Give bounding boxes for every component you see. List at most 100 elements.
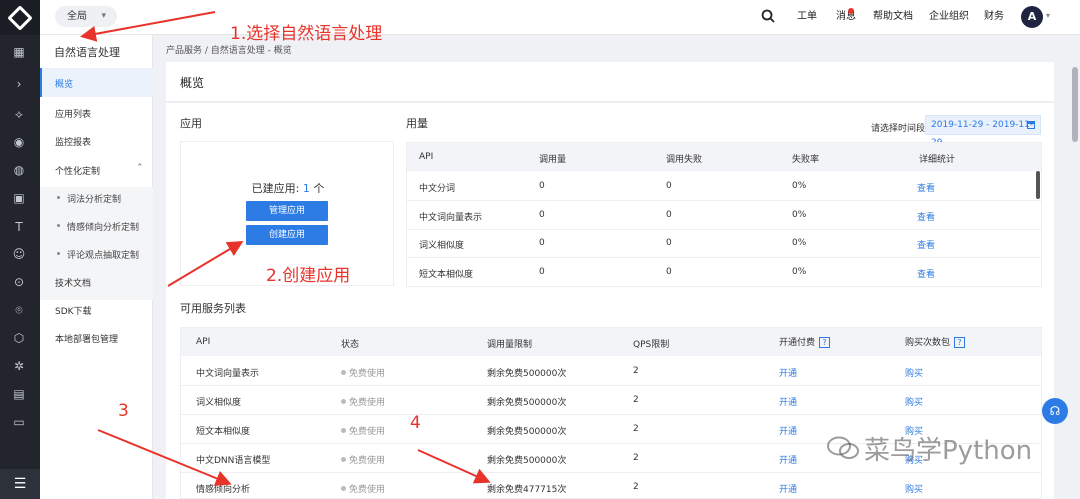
face-icon[interactable]: ☺ bbox=[10, 245, 28, 263]
column-header: 状态 bbox=[341, 340, 360, 350]
api-name: 中文DNN语言模型 bbox=[196, 456, 271, 466]
buy-link[interactable]: 购买 bbox=[905, 366, 923, 379]
chevron-up-icon[interactable]: ⌃ bbox=[136, 163, 144, 173]
divider bbox=[407, 229, 1041, 230]
fail-rate: 0% bbox=[792, 181, 807, 191]
avatar[interactable]: A bbox=[1021, 6, 1043, 28]
column-header: QPS限制 bbox=[633, 340, 670, 350]
wechat-icon bbox=[827, 436, 859, 459]
activate-link[interactable]: 开通 bbox=[779, 395, 797, 408]
date-range-label: 请选择时间段 bbox=[871, 124, 926, 134]
api-name: 短文本相似度 bbox=[196, 427, 251, 437]
api-name: 词义相似度 bbox=[419, 241, 465, 251]
logo[interactable] bbox=[0, 0, 40, 35]
grid-icon[interactable]: ▦ bbox=[10, 43, 28, 61]
status-dot-icon bbox=[341, 486, 346, 491]
view-link[interactable]: 查看 bbox=[917, 267, 935, 280]
quota: 剩余免费500000次 bbox=[487, 456, 567, 466]
icon-rail: ▦ › ⟡ ◉ ◍ ▣ Ｔ ☺ ⊙ ⌾ ⬡ ✲ ▤ ▭ ☰ bbox=[0, 35, 40, 499]
fail-count: 0 bbox=[666, 267, 672, 277]
annotation-step-2: 2.创建应用 bbox=[266, 266, 351, 286]
sidebar-item-monitor[interactable]: 监控报表 bbox=[55, 135, 91, 148]
activate-link[interactable]: 开通 bbox=[779, 366, 797, 379]
buy-link[interactable]: 购买 bbox=[905, 482, 923, 495]
help-icon[interactable]: ? bbox=[819, 337, 831, 348]
logo-icon bbox=[7, 4, 33, 31]
microphone-icon[interactable]: ◉ bbox=[10, 133, 28, 151]
call-count: 0 bbox=[539, 238, 545, 248]
sidebar-item-deploy[interactable]: 本地部署包管理 bbox=[55, 332, 118, 345]
view-link[interactable]: 查看 bbox=[917, 181, 935, 194]
fail-count: 0 bbox=[666, 210, 672, 220]
nav-help-docs[interactable]: 帮助文档 bbox=[873, 0, 913, 35]
region-label: 全局 bbox=[67, 11, 87, 22]
region-selector[interactable]: 全局 ▾ bbox=[55, 6, 117, 27]
annotation-step-1: 1.选择自然语言处理 bbox=[230, 24, 383, 44]
image-icon[interactable]: ▣ bbox=[10, 189, 28, 207]
settings-icon[interactable]: ✲ bbox=[10, 357, 28, 375]
column-header: 调用量 bbox=[539, 155, 567, 165]
usage-table: API 调用量 调用失败 失败率 详细统计 中文分词 0 0 0% 查看 中文词… bbox=[406, 142, 1042, 287]
sidebar-item-opinion[interactable]: 评论观点抽取定制 bbox=[67, 248, 139, 261]
sidebar-item-sentiment[interactable]: 情感倾向分析定制 bbox=[67, 220, 139, 233]
divider bbox=[407, 200, 1041, 201]
call-count: 0 bbox=[539, 181, 545, 191]
create-app-button[interactable]: 创建应用 bbox=[246, 225, 328, 245]
calendar-icon bbox=[1027, 121, 1035, 129]
sidebar-item-sdk[interactable]: SDK下载 bbox=[55, 304, 92, 317]
sidebar-item-lexical[interactable]: 词法分析定制 bbox=[67, 192, 121, 205]
text-icon[interactable]: Ｔ bbox=[10, 217, 28, 235]
buy-link[interactable]: 购买 bbox=[905, 395, 923, 408]
nav-tickets[interactable]: 工单 bbox=[797, 0, 817, 35]
globe-icon[interactable]: ◍ bbox=[10, 161, 28, 179]
chart-icon[interactable]: ▤ bbox=[10, 385, 28, 403]
sidebar-item-app-list[interactable]: 应用列表 bbox=[55, 107, 91, 120]
services-table: API 状态 调用量限制 QPS限制 开通付费? 购买次数包? 中文词向量表示 … bbox=[180, 327, 1042, 499]
table-header: API 状态 调用量限制 QPS限制 开通付费? 购买次数包? bbox=[181, 328, 1041, 356]
search-image-icon[interactable]: ⊙ bbox=[10, 273, 28, 291]
search-icon[interactable] bbox=[761, 9, 775, 23]
usage-section-title: 用量 bbox=[406, 117, 428, 130]
status-dot-icon bbox=[341, 399, 346, 404]
headset-icon[interactable]: ☊ bbox=[1042, 398, 1068, 424]
manage-apps-button[interactable]: 管理应用 bbox=[246, 201, 328, 221]
status-label: 免费使用 bbox=[349, 369, 386, 379]
api-name: 短文本相似度 bbox=[419, 270, 474, 280]
divider bbox=[181, 472, 1041, 473]
nav-messages[interactable]: 消息 bbox=[836, 0, 856, 35]
activate-link[interactable]: 开通 bbox=[779, 424, 797, 437]
top-bar: 全局 ▾ 工单 消息 帮助文档 企业组织 财务 A ▾ bbox=[0, 0, 1080, 35]
status-dot-icon bbox=[341, 428, 346, 433]
call-count: 0 bbox=[539, 210, 545, 220]
app-count-label: 已建应用: bbox=[251, 182, 300, 195]
menu-toggle-icon[interactable]: ☰ bbox=[0, 469, 40, 499]
notification-badge bbox=[848, 8, 854, 14]
date-range-picker[interactable]: 2019-11-29 - 2019-11-29 bbox=[925, 115, 1041, 148]
nodes-icon[interactable]: ⟡ bbox=[10, 105, 28, 123]
sidebar-item-customization[interactable]: 个性化定制 bbox=[55, 164, 100, 177]
view-link[interactable]: 查看 bbox=[917, 238, 935, 251]
photo-icon[interactable]: ▭ bbox=[10, 413, 28, 431]
status-dot-icon bbox=[341, 370, 346, 375]
chevron-down-icon[interactable]: ▾ bbox=[1046, 11, 1050, 20]
scrollbar-thumb[interactable] bbox=[1072, 67, 1078, 142]
activate-link[interactable]: 开通 bbox=[779, 482, 797, 495]
status: 免费使用 bbox=[341, 366, 385, 379]
divider bbox=[407, 257, 1041, 258]
column-header-label: 购买次数包 bbox=[905, 338, 951, 348]
help-icon[interactable]: ? bbox=[954, 337, 966, 348]
table-scrollbar[interactable] bbox=[1036, 171, 1040, 199]
sidebar-item-overview[interactable]: 概览 bbox=[40, 68, 153, 97]
sidebar-item-docs[interactable]: 技术文档 bbox=[55, 276, 91, 289]
activate-link[interactable]: 开通 bbox=[779, 453, 797, 466]
page-scrollbar[interactable] bbox=[1069, 35, 1080, 499]
breadcrumb: 产品服务 / 自然语言处理 - 概览 bbox=[166, 46, 292, 56]
qps: 2 bbox=[633, 453, 639, 463]
view-link[interactable]: 查看 bbox=[917, 210, 935, 223]
cube-icon[interactable]: ⬡ bbox=[10, 329, 28, 347]
scan-icon[interactable]: ⌾ bbox=[10, 301, 28, 319]
chevron-right-icon[interactable]: › bbox=[10, 75, 28, 93]
services-section-title: 可用服务列表 bbox=[180, 302, 246, 315]
nav-finance[interactable]: 财务 bbox=[984, 0, 1004, 35]
nav-organization[interactable]: 企业组织 bbox=[929, 0, 969, 35]
